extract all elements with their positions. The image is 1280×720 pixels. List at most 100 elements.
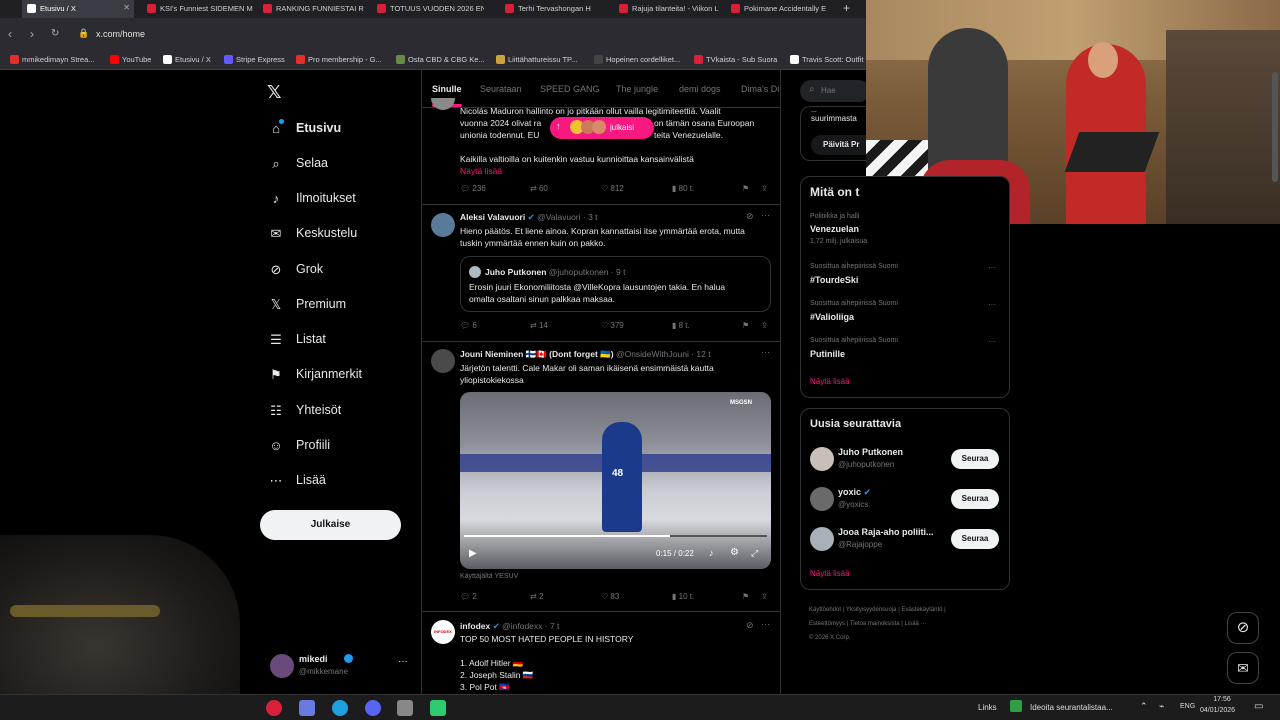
author-handle[interactable]: @infodexx · 7 t bbox=[502, 621, 559, 631]
views-button[interactable]: ▮ 80 t. bbox=[672, 184, 694, 193]
tab-the-jungle[interactable]: The jungle bbox=[616, 84, 658, 94]
nav-notifications[interactable]: ♪ Ilmoitukset bbox=[268, 191, 356, 213]
show-more-link[interactable]: Näytä lisää bbox=[810, 569, 850, 578]
nav-home[interactable]: ⌂ Etusivu bbox=[268, 119, 341, 143]
nav-grok[interactable]: ⊘ Grok bbox=[268, 262, 324, 284]
grok-icon[interactable]: ⊘ bbox=[746, 211, 754, 222]
notifications-icon[interactable]: ▭ bbox=[1254, 701, 1263, 712]
mail-icon[interactable]: ✉ bbox=[1227, 652, 1259, 684]
bookmark[interactable]: YouTube bbox=[110, 55, 151, 64]
author-name[interactable]: Aleksi Valavuori bbox=[460, 212, 525, 222]
bookmark[interactable]: Hopeinen cordelliket... bbox=[594, 55, 680, 64]
browser-tab[interactable]: Pokimane Accidentally E bbox=[726, 0, 838, 18]
nav-bookmarks[interactable]: ⚑ Kirjanmerkit bbox=[268, 367, 362, 389]
new-tab-button[interactable]: + bbox=[843, 1, 850, 15]
browser-tab[interactable]: Etusivu / X ✕ bbox=[22, 0, 134, 18]
settings-icon[interactable]: ⚙ bbox=[730, 547, 739, 558]
fullscreen-icon[interactable]: ⤢ bbox=[751, 548, 758, 559]
network-icon[interactable]: ⌁ bbox=[1159, 701, 1164, 712]
trend-item[interactable]: Politiikka ja halli Venezuelan 1,72 milj… bbox=[801, 211, 1011, 251]
share-icon[interactable]: ⇪ bbox=[761, 321, 768, 330]
edge-icon[interactable] bbox=[332, 700, 348, 716]
nav-profile[interactable]: ☺ Profiili bbox=[268, 438, 330, 460]
video-progress-track[interactable] bbox=[464, 535, 767, 537]
clock-time[interactable]: 17:56 bbox=[1202, 696, 1242, 703]
clock-date[interactable]: 04/01/2026 bbox=[1200, 707, 1235, 714]
share-icon[interactable]: ⇪ bbox=[761, 184, 768, 193]
views-button[interactable]: ▮ 8 t. bbox=[672, 321, 690, 330]
avatar[interactable]: INFODEX bbox=[431, 620, 455, 644]
trend-item[interactable]: Suosittua aihepiirissä Suomi #TourdeSki … bbox=[801, 261, 1011, 293]
tab-following[interactable]: Seurataan bbox=[480, 84, 522, 94]
follow-button[interactable]: Seuraa bbox=[951, 529, 999, 549]
reload-icon[interactable]: ↻ bbox=[51, 28, 59, 39]
reply-button[interactable]: 💬︎ 236 bbox=[460, 184, 486, 193]
post-button[interactable]: Julkaise bbox=[260, 510, 401, 540]
discord-icon[interactable] bbox=[365, 700, 381, 716]
tab-for-you[interactable]: Sinulle bbox=[432, 84, 462, 94]
repost-button[interactable]: ⇄ 60 bbox=[530, 184, 548, 193]
show-more-link[interactable]: Näytä lisää bbox=[810, 377, 850, 386]
browser-tab[interactable]: KSI's Funniest SIDEMEN M bbox=[142, 0, 254, 18]
links-toolbar[interactable]: Links bbox=[978, 703, 997, 712]
footer-link[interactable]: Evästekäytäntö bbox=[901, 607, 942, 613]
show-more-link[interactable]: Näytä lisää bbox=[460, 165, 502, 177]
follow-button[interactable]: Seuraa bbox=[951, 489, 999, 509]
footer-link[interactable]: Käyttöehdot bbox=[809, 607, 841, 613]
widget-text[interactable]: Ideoita seurantalistaa... bbox=[1030, 703, 1113, 712]
video-attribution[interactable]: Käyttäjältä YESUV bbox=[460, 573, 518, 580]
bookmark[interactable]: TVkaista - Sub Suora bbox=[694, 55, 777, 64]
url-field[interactable]: 🔒 x.com/home bbox=[72, 24, 862, 46]
nav-more[interactable]: ⋯ Lisää bbox=[268, 473, 326, 495]
bookmark[interactable]: Pro membership - G... bbox=[296, 55, 382, 64]
avatar[interactable] bbox=[431, 349, 455, 373]
bookmark[interactable]: Travis Scott: Outfit bbox=[790, 55, 863, 64]
video-player[interactable]: 48 MSGSN ▶ 0:15 / 0:22 ♪ ⚙ ⤢ bbox=[460, 392, 771, 569]
follow-suggestion[interactable]: yoxic ✔ @yoxics Seuraa bbox=[801, 485, 1011, 515]
bookmark[interactable]: Liittähattureissu TP... bbox=[496, 55, 577, 64]
chevron-up-icon[interactable]: ⌃ bbox=[1140, 701, 1148, 712]
browser-tab[interactable]: Rajuja tilanteita! - Viikon L bbox=[614, 0, 726, 18]
app-icon[interactable] bbox=[397, 700, 413, 716]
reply-button[interactable]: 💬︎ 2 bbox=[460, 592, 477, 601]
more-icon[interactable]: ··· bbox=[761, 619, 770, 629]
play-icon[interactable]: ▶ bbox=[469, 548, 477, 559]
views-button[interactable]: ▮ 10 t. bbox=[672, 592, 694, 601]
reply-button[interactable]: 💬︎ 6 bbox=[460, 321, 477, 330]
more-icon[interactable]: ··· bbox=[761, 347, 770, 357]
bookmark-icon[interactable]: ⚑ bbox=[742, 184, 749, 193]
search-input[interactable]: ⌕ Hae bbox=[800, 80, 870, 102]
footer-link[interactable]: Tietoa mainoksista bbox=[850, 621, 900, 627]
bookmark[interactable]: Stripe Express bbox=[224, 55, 285, 64]
close-tab-icon[interactable]: ✕ bbox=[123, 3, 130, 12]
page-scrollbar[interactable] bbox=[1272, 72, 1278, 182]
like-button[interactable]: ♡ 812 bbox=[601, 184, 624, 193]
more-icon[interactable]: ··· bbox=[988, 337, 996, 346]
nav-communities[interactable]: ☷ Yhteisöt bbox=[268, 403, 341, 425]
grok-icon[interactable]: ⊘ bbox=[746, 620, 754, 631]
follow-suggestion[interactable]: Jooa Raja-aho poliiti... @Rajajoppe Seur… bbox=[801, 525, 1011, 555]
author-handle[interactable]: @Valavuori · 3 t bbox=[537, 212, 597, 222]
opera-icon[interactable] bbox=[266, 700, 282, 716]
forward-icon[interactable]: › bbox=[30, 27, 34, 41]
footer-link[interactable]: Lisää ··· bbox=[905, 621, 927, 627]
author-name[interactable]: infodex bbox=[460, 621, 490, 631]
bookmark[interactable]: Osta CBD & CBG Ke... bbox=[396, 55, 485, 64]
premium-button[interactable]: Päivitä Pr bbox=[811, 135, 871, 155]
app-icon[interactable] bbox=[430, 700, 446, 716]
trend-item[interactable]: Suosittua aihepiirissä Suomi #Valioliiga… bbox=[801, 298, 1011, 330]
new-posts-pill[interactable]: ↑ julkaisi bbox=[550, 117, 654, 139]
repost-button[interactable]: ⇄ 14 bbox=[530, 321, 548, 330]
browser-tab[interactable]: Terhi Tervashongan H bbox=[500, 0, 612, 18]
tab-speed-gang[interactable]: SPEED GANG bbox=[540, 84, 600, 94]
browser-tab[interactable]: RANKING FUNNIESTAI R bbox=[258, 0, 370, 18]
nav-lists[interactable]: ☰ Listat bbox=[268, 332, 326, 354]
account-switcher[interactable]: mikedi @mikkemane ··· bbox=[260, 650, 415, 684]
like-button[interactable]: ♡ 379 bbox=[601, 321, 624, 330]
more-icon[interactable]: ··· bbox=[761, 210, 770, 220]
browser-tab[interactable]: TOTUUS VUODEN 2026 EN bbox=[372, 0, 484, 18]
trend-item[interactable]: Suosittua aihepiirissä Suomi Putinille ·… bbox=[801, 335, 1011, 367]
nav-messages[interactable]: ✉ Keskustelu bbox=[268, 226, 358, 248]
nav-premium[interactable]: 𝕏 Premium bbox=[268, 297, 346, 319]
app-icon[interactable] bbox=[299, 700, 315, 716]
